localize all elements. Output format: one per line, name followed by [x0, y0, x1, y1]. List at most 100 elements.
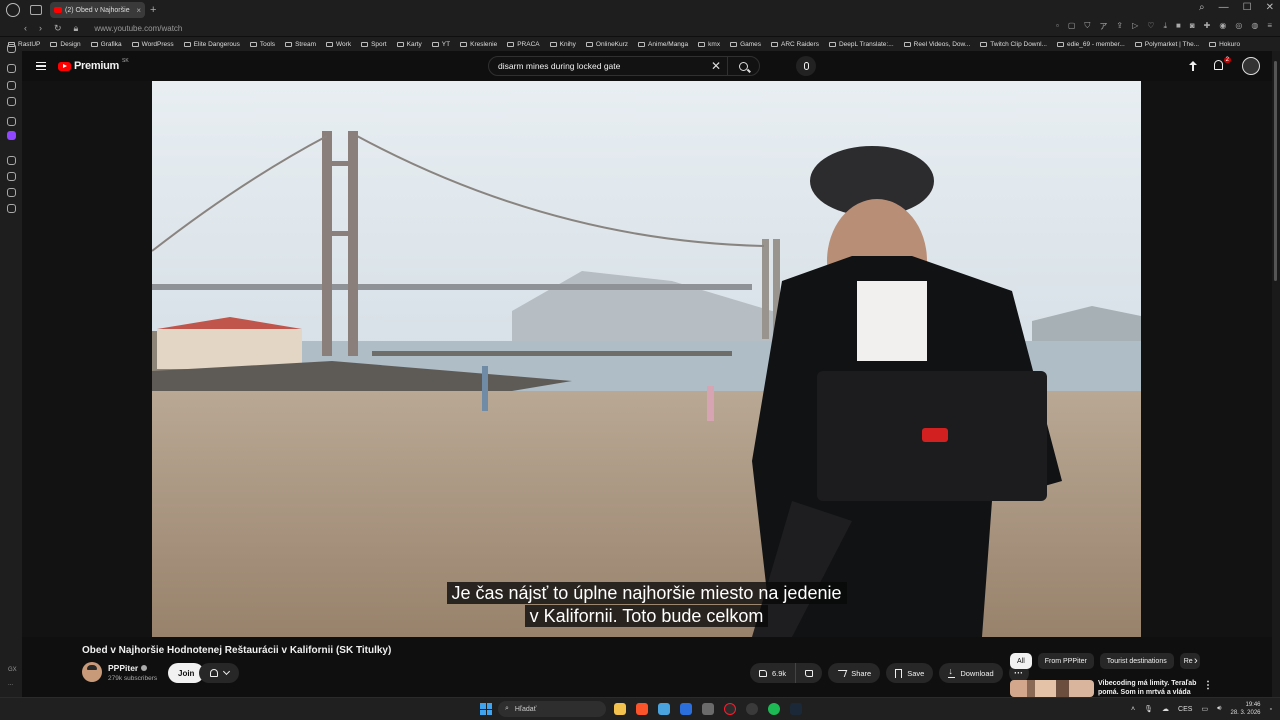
close-window-icon[interactable]: ✕	[1266, 2, 1274, 13]
bookmark-item[interactable]: OnlineKurz	[585, 41, 628, 48]
bookmark-item[interactable]: Reel Videos, Dow...	[903, 41, 970, 48]
like-button[interactable]: 6.9k	[750, 663, 797, 683]
volume-icon[interactable]: 🔊︎	[1217, 705, 1221, 713]
monitor-icon[interactable]: ▭	[1201, 705, 1208, 713]
channel-name-row[interactable]: PPPiter	[108, 663, 148, 673]
bookmark-item[interactable]: Kreslenie	[460, 41, 497, 48]
github-icon[interactable]	[746, 703, 758, 715]
twitch-icon[interactable]	[7, 131, 16, 140]
browser-menu-icon[interactable]	[6, 3, 20, 17]
lock-icon[interactable]: 🔒︎	[74, 23, 79, 34]
download-button[interactable]: Download	[939, 663, 1003, 683]
recommended-video-menu-icon[interactable]: ⋮	[1203, 680, 1213, 691]
download-icon[interactable]: ⤓	[1163, 21, 1167, 32]
file-explorer-icon[interactable]	[614, 703, 626, 715]
bookmark-item[interactable]: Grafika	[90, 41, 122, 48]
gaming-icon[interactable]	[7, 64, 16, 73]
photos-icon[interactable]	[658, 703, 670, 715]
chevron-right-icon[interactable]: ›	[1194, 655, 1198, 667]
dislike-button[interactable]	[796, 663, 823, 683]
bookmark-item[interactable]: Anime/Manga	[638, 41, 688, 48]
reload-icon[interactable]: ↻	[54, 23, 62, 34]
search-tabs-icon[interactable]: ⌕	[1199, 2, 1205, 13]
channel-avatar[interactable]	[82, 662, 102, 682]
player-icon-side[interactable]	[7, 156, 16, 165]
bookmark-item[interactable]: Stream	[285, 41, 316, 48]
forward-icon[interactable]: ›	[39, 23, 42, 33]
bookmark-item[interactable]: edie_69 - member...	[1056, 41, 1125, 48]
opera-gx-icon[interactable]	[724, 703, 736, 715]
mail-icon[interactable]	[680, 703, 692, 715]
new-tab-icon[interactable]: +	[150, 4, 156, 16]
snapshot-icon[interactable]: ▢	[1068, 21, 1076, 32]
clear-search-icon[interactable]: ✕	[711, 59, 721, 73]
tab-close-icon[interactable]: ×	[136, 6, 141, 15]
recommended-video-thumbnail[interactable]	[1010, 680, 1094, 697]
translate-icon[interactable]: ア	[1099, 21, 1107, 32]
chip-from-channel[interactable]: From PPPiter	[1037, 653, 1094, 669]
minimize-icon[interactable]: —	[1219, 2, 1229, 13]
bookmark-item[interactable]: YT	[431, 41, 450, 48]
bookmark-item[interactable]: PRACA	[507, 41, 540, 48]
extension-icon[interactable]: ▫	[1056, 21, 1059, 32]
scrollbar-thumb[interactable]	[1274, 61, 1277, 281]
share-icon[interactable]: ⇪	[1116, 21, 1123, 32]
bookmark-item[interactable]: Polymarket | The...	[1134, 41, 1199, 48]
search-input[interactable]: disarm mines during locked gate ✕	[488, 56, 760, 76]
puzzle-icon[interactable]: ✚	[1204, 21, 1211, 32]
bookmark-item[interactable]: ARC Raiders	[771, 41, 819, 48]
clock[interactable]: 19:46 28. 3. 2026	[1230, 701, 1260, 717]
steam-icon[interactable]	[790, 703, 802, 715]
tab-manager-icon[interactable]	[30, 5, 42, 15]
page-scrollbar[interactable]	[1272, 51, 1280, 697]
subscription-bell-button[interactable]	[199, 663, 239, 683]
cloud-icon[interactable]: ☁	[1162, 705, 1169, 713]
bookmark-item[interactable]: Twitch Clip Downl...	[980, 41, 1047, 48]
more-panel-label[interactable]: ...	[8, 681, 13, 687]
notifications-button[interactable]: 2	[1214, 57, 1231, 72]
youtube-logo[interactable]: Premium SK	[58, 58, 129, 72]
bookmark-item[interactable]: Elite Dangerous	[183, 41, 240, 48]
ai-icon[interactable]	[7, 188, 16, 197]
chip-tourist-destinations[interactable]: Tourist destinations	[1099, 653, 1174, 669]
extension-green-icon[interactable]: ■	[1176, 21, 1181, 32]
channel-name[interactable]: PPPiter	[108, 663, 138, 673]
brave-icon[interactable]	[636, 703, 648, 715]
notification-center-icon[interactable]: ▫	[1270, 706, 1272, 713]
recommended-video-title[interactable]: Vibecoding má limity. Teraľab pomá. Som …	[1098, 679, 1198, 697]
bookmark-item[interactable]: DeepL Translate:...	[828, 41, 894, 48]
windows-start-icon[interactable]	[480, 703, 492, 715]
spotify-icon[interactable]	[768, 703, 780, 715]
chip-all[interactable]: All	[1010, 653, 1032, 669]
heart-icon[interactable]: ♡	[1147, 21, 1154, 32]
calculator-icon[interactable]	[702, 703, 714, 715]
share-button[interactable]: Share	[828, 663, 881, 683]
bookmark-item[interactable]: Karty	[396, 41, 422, 48]
tray-overflow-icon[interactable]: ˄	[1131, 706, 1135, 713]
taskbar-search[interactable]: ⌕ Hľadať	[498, 701, 606, 717]
settings-icon[interactable]	[7, 204, 16, 213]
bookmark-item[interactable]: WordPress	[131, 41, 174, 48]
discord-icon[interactable]	[7, 97, 16, 106]
bookmark-item[interactable]: Work	[326, 41, 351, 48]
back-icon[interactable]: ‹	[24, 23, 27, 33]
menu-icon[interactable]	[36, 62, 46, 70]
save-button[interactable]: Save	[886, 663, 934, 683]
gx-label[interactable]: GX	[8, 667, 17, 673]
home-icon[interactable]	[7, 44, 16, 53]
bookmark-item[interactable]: kmx	[698, 41, 720, 48]
language-indicator[interactable]: CES	[1178, 706, 1192, 713]
account-icon[interactable]: ◍	[1251, 21, 1258, 32]
wallet-icon[interactable]: ◎	[1235, 21, 1242, 32]
player-icon[interactable]: ▷	[1132, 21, 1138, 32]
sidebar-toggle-icon[interactable]: ≡	[1267, 21, 1272, 32]
upload-icon[interactable]	[1188, 60, 1198, 72]
voice-search-button[interactable]	[796, 56, 816, 76]
tab-youtube[interactable]: (2) Obed v Najhoršie ×	[50, 2, 145, 18]
mic-tray-icon[interactable]: 🎙︎	[1144, 705, 1153, 713]
bookmark-item[interactable]: Hokuro	[1209, 41, 1240, 48]
vpn-icon[interactable]: ◉	[1219, 21, 1226, 32]
messenger-icon[interactable]	[7, 117, 16, 126]
bookmark-item[interactable]: Tools	[249, 41, 275, 48]
bookmark-item[interactable]: Knihy	[549, 41, 576, 48]
